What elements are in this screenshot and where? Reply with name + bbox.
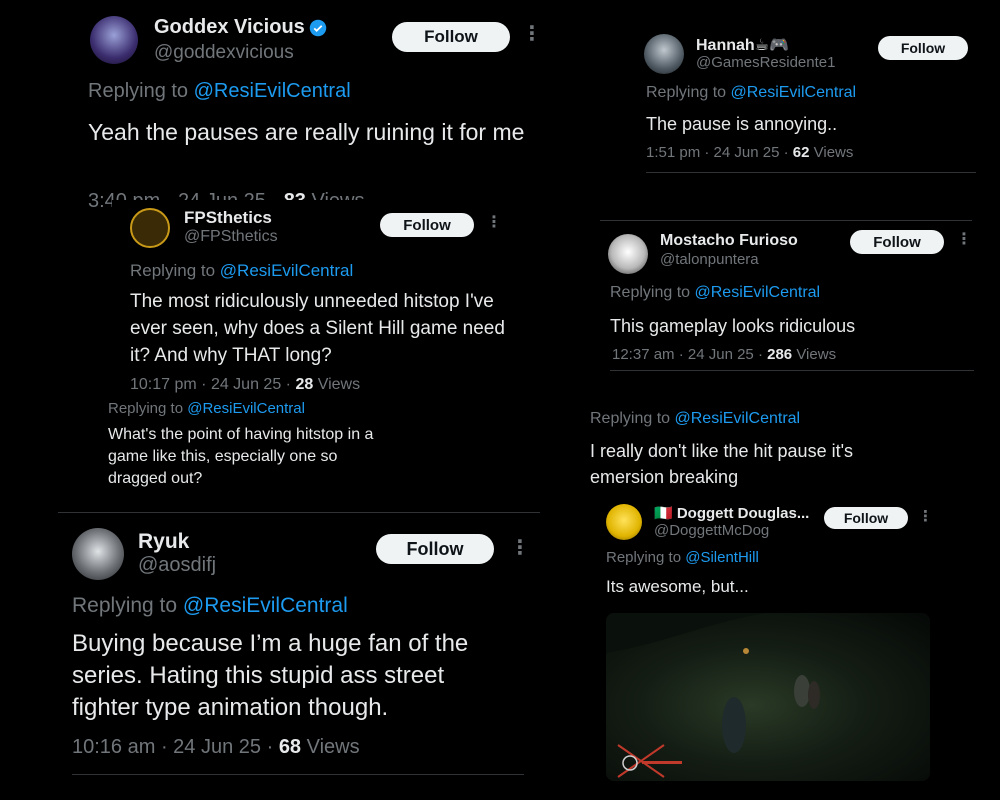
- author-name[interactable]: FPSthetics: [184, 208, 272, 228]
- avatar-goddex[interactable]: [90, 16, 138, 64]
- follow-button[interactable]: Follow: [824, 507, 908, 529]
- tweet-meta: 1:51 pm · 24 Jun 25 · 62 Views: [646, 144, 854, 161]
- avatar-hannah[interactable]: [644, 34, 684, 74]
- reply-mention-link[interactable]: @ResiEvilCentral: [187, 400, 305, 417]
- tweet-text: This gameplay looks ridiculous: [610, 316, 856, 336]
- tweet-meta: 10:17 pm · 24 Jun 25 · 28 Views: [130, 376, 361, 393]
- reply-mention-link[interactable]: @ResiEvilCentral: [675, 410, 801, 427]
- tweet-mostacho: Mostacho Furioso @talonpuntera Follow ⋮ …: [600, 210, 978, 380]
- author-handle[interactable]: @GamesResidente1: [696, 54, 835, 71]
- replying-to: Replying to @ResiEvilCentral: [88, 80, 351, 102]
- replying-to: Replying to @ResiEvilCentral: [610, 284, 821, 301]
- more-options-icon[interactable]: ⋮: [486, 215, 502, 231]
- attached-gameplay-image[interactable]: [606, 613, 930, 781]
- tweet-meta: 12:37 am · 24 Jun 25 · 286 Views: [612, 346, 837, 363]
- avatar-fps[interactable]: [130, 208, 170, 248]
- avatar-mostacho[interactable]: [608, 234, 648, 274]
- author-name[interactable]: Goddex Vicious: [154, 16, 327, 39]
- tweet-text: Buying because I’m a huge fan of the ser…: [72, 630, 469, 721]
- author-name[interactable]: 🇮🇹 Doggett Douglas...: [654, 504, 809, 522]
- divider: [610, 370, 974, 371]
- follow-button[interactable]: Follow: [878, 36, 968, 60]
- avatar-doggett[interactable]: [606, 504, 642, 540]
- reply-mention-link[interactable]: @ResiEvilCentral: [731, 84, 857, 101]
- tweet-goddex: Goddex Vicious @goddexvicious Follow ⋮ R…: [70, 0, 540, 212]
- avatar-ryuk[interactable]: [72, 528, 124, 580]
- follow-button[interactable]: Follow: [392, 22, 510, 52]
- divider: [600, 220, 972, 221]
- reply-mention-link[interactable]: @SilentHill: [685, 549, 759, 566]
- reply-mention-link[interactable]: @ResiEvilCentral: [220, 261, 353, 280]
- follow-button[interactable]: Follow: [380, 213, 474, 237]
- divider: [72, 774, 524, 775]
- replying-to: Replying to @ResiEvilCentral: [590, 410, 801, 427]
- more-options-icon[interactable]: ⋮: [510, 538, 530, 558]
- views-count: 286: [767, 346, 793, 363]
- tweet-text: I really don't like the hit pause it's e…: [590, 441, 854, 487]
- tweet-anon-emersion: Replying to @ResiEvilCentral I really do…: [584, 404, 984, 494]
- tweet-text: What's the point of having hitstop in a …: [108, 426, 374, 487]
- tweet-time[interactable]: 10:17 pm: [130, 376, 197, 393]
- tweet-anon-hitstop: Replying to @ResiEvilCentral What's the …: [100, 396, 540, 494]
- divider: [646, 172, 976, 173]
- tweet-doggett: 🇮🇹 Doggett Douglas... @DoggettMcDog Foll…: [596, 494, 986, 794]
- views-count: 28: [295, 376, 314, 393]
- replying-to: Replying to @ResiEvilCentral: [72, 594, 348, 617]
- tweet-hannah: Hannah☕🎮 @GamesResidente1 Follow Replyin…: [628, 20, 980, 180]
- tweet-text: The most ridiculously unneeded hitstop I…: [130, 291, 505, 366]
- tweet-date[interactable]: 24 Jun 25: [211, 376, 281, 393]
- tweet-text: Its awesome, but...: [606, 577, 749, 596]
- reply-mention-link[interactable]: @ResiEvilCentral: [194, 80, 351, 102]
- replying-to: Replying to @ResiEvilCentral: [130, 261, 354, 280]
- gameplay-scene-graphic: [606, 613, 820, 778]
- tweet-time[interactable]: 10:16 am: [72, 736, 155, 758]
- replying-to: Replying to @SilentHill: [606, 549, 759, 566]
- tweet-time[interactable]: 1:51 pm: [646, 144, 700, 161]
- replying-to: Replying to @ResiEvilCentral: [108, 400, 305, 417]
- follow-button[interactable]: Follow: [850, 230, 944, 254]
- tweet-date[interactable]: 24 Jun 25: [173, 736, 261, 758]
- tweet-text: The pause is annoying..: [646, 114, 838, 134]
- divider: [58, 512, 540, 513]
- tweet-ryuk: Ryuk @aosdifj Follow ⋮ Replying to @Resi…: [58, 512, 540, 800]
- author-handle[interactable]: @DoggettMcDog: [654, 522, 769, 539]
- more-options-icon[interactable]: ⋮: [956, 232, 972, 248]
- tweet-date[interactable]: 24 Jun 25: [714, 144, 780, 161]
- author-handle[interactable]: @goddexvicious: [154, 42, 294, 64]
- author-handle[interactable]: @talonpuntera: [660, 251, 759, 268]
- author-name[interactable]: Mostacho Furioso: [660, 232, 798, 250]
- views-count: 62: [792, 144, 810, 161]
- author-name[interactable]: Ryuk: [138, 530, 189, 554]
- tweet-fps: FPSthetics @FPSthetics Follow ⋮ Replying…: [112, 200, 512, 400]
- more-options-icon[interactable]: ⋮: [522, 24, 540, 44]
- reply-mention-link[interactable]: @ResiEvilCentral: [695, 284, 821, 301]
- tweet-time[interactable]: 12:37 am: [612, 346, 675, 363]
- verified-badge-icon: [309, 19, 327, 36]
- author-handle[interactable]: @FPSthetics: [184, 228, 278, 246]
- views-count: 68: [278, 736, 302, 758]
- author-handle[interactable]: @aosdifj: [138, 554, 216, 577]
- replying-to: Replying to @ResiEvilCentral: [646, 84, 857, 101]
- author-name[interactable]: Hannah☕🎮: [696, 35, 789, 55]
- more-options-icon[interactable]: ⋮: [918, 509, 933, 524]
- tweet-meta: 10:16 am · 24 Jun 25 · 68 Views: [72, 736, 360, 758]
- reply-mention-link[interactable]: @ResiEvilCentral: [183, 594, 348, 617]
- tweet-text: Yeah the pauses are really ruining it fo…: [88, 119, 525, 145]
- follow-button[interactable]: Follow: [376, 534, 494, 564]
- tweet-date[interactable]: 24 Jun 25: [688, 346, 754, 363]
